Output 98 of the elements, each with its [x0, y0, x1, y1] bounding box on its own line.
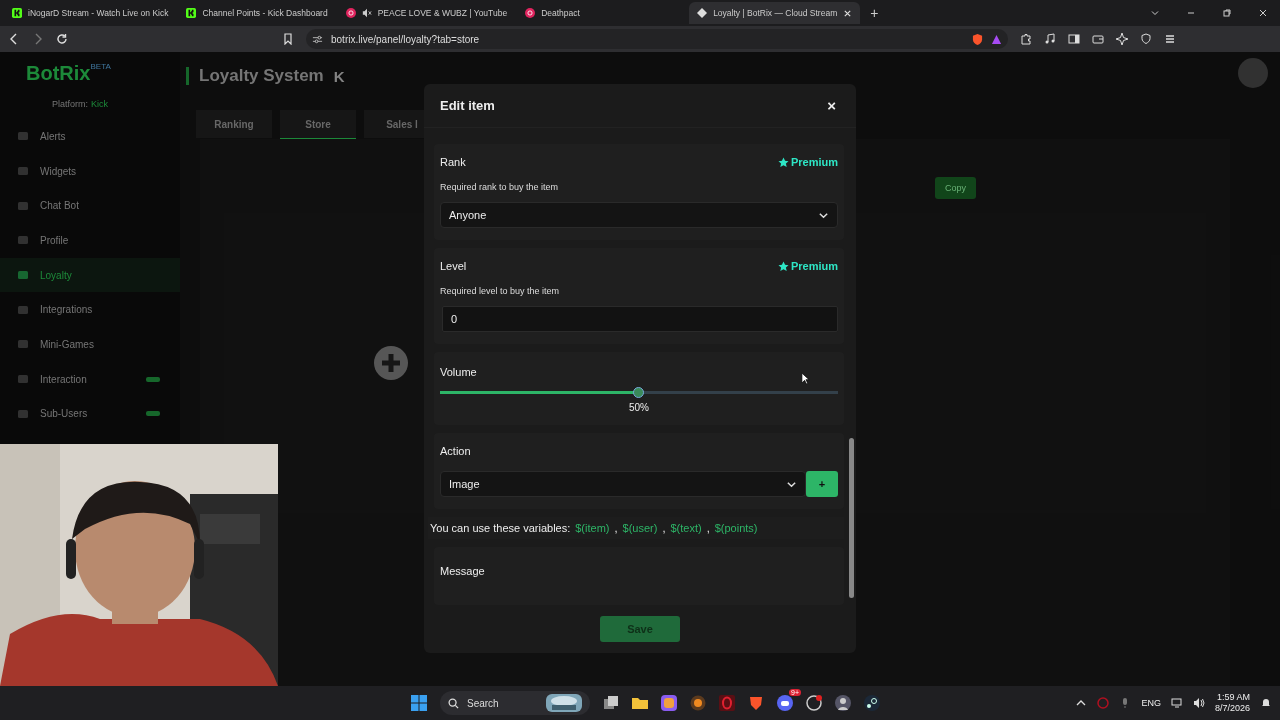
variables-text: You can use these variables: — [430, 522, 571, 534]
separator-comma: , — [706, 522, 710, 534]
nav-item[interactable]: Mini-Games — [0, 327, 180, 362]
clock[interactable]: 1:59 AM 8/7/2026 — [1214, 692, 1250, 714]
field-hint: Required level to buy the item — [440, 286, 561, 296]
variable-tag: $(text) — [670, 522, 702, 534]
logo-text: BotRix — [26, 62, 91, 85]
platform-value: Kick — [91, 99, 109, 109]
shield-icon[interactable] — [972, 33, 983, 45]
language-indicator[interactable]: ENG — [1141, 698, 1161, 708]
browser-tab[interactable]: PEACE LOVE & WUBZ | YouTube — [337, 2, 516, 24]
volume-reading: 50% — [628, 402, 650, 413]
page-title: Loyalty System — [199, 66, 324, 86]
nav-item[interactable]: Chat Bot — [0, 188, 180, 224]
close-icon[interactable] — [1258, 8, 1268, 18]
triangle-icon[interactable] — [991, 33, 1002, 45]
bell-icon[interactable] — [1260, 697, 1272, 709]
field-label: Level — [440, 260, 467, 272]
app-icon[interactable] — [690, 695, 706, 711]
kick-logo-icon — [12, 8, 22, 18]
star-icon — [777, 156, 789, 168]
browser-tab[interactable]: Deathpact — [517, 2, 668, 24]
nav-icon — [16, 165, 30, 178]
nav-icon — [16, 269, 30, 282]
field-label: Message — [440, 565, 486, 577]
nav-item[interactable]: Integrations — [0, 292, 180, 328]
beta-label: BETA — [90, 62, 111, 71]
search-icon — [448, 697, 459, 709]
star-icon — [777, 260, 789, 272]
nav-icon — [16, 303, 30, 316]
window-stack-icon[interactable] — [603, 695, 619, 711]
puzzle-icon[interactable] — [1020, 33, 1032, 45]
steam-icon[interactable] — [864, 695, 880, 711]
mouse-cursor-icon — [801, 372, 810, 385]
nav-icon — [16, 199, 30, 212]
level-input[interactable]: 0 — [442, 306, 838, 332]
field-hint: Required rank to buy the item — [440, 182, 560, 192]
scrollbar-thumb[interactable] — [849, 438, 854, 598]
close-icon[interactable] — [843, 8, 853, 18]
platform-letter: K — [333, 67, 345, 85]
nav-icon — [16, 234, 30, 247]
muted-speaker-icon[interactable] — [361, 8, 372, 18]
close-button[interactable]: × — [823, 97, 840, 114]
browser-tab[interactable]: iNogarD Stream - Watch Live on Kick — [4, 2, 177, 24]
separator-comma: , — [662, 522, 666, 534]
app-icon[interactable] — [835, 695, 851, 711]
variable-tag: $(item) — [575, 522, 610, 534]
wallet-icon[interactable] — [1092, 33, 1104, 45]
nav-item[interactable]: Interaction — [0, 361, 180, 397]
play-circle-icon — [345, 8, 356, 18]
volume-slider[interactable] — [440, 387, 838, 398]
app-icon[interactable] — [777, 695, 793, 711]
sparkle-icon[interactable] — [1116, 33, 1128, 45]
nav-item[interactable]: Profile — [0, 223, 180, 258]
nav-item[interactable]: Sub-Users — [0, 396, 180, 432]
browser-tab[interactable]: Loyalty | BotRix — Cloud Stream — [689, 2, 861, 24]
browser-tab[interactable]: Channel Points - Kick Dashboard — [178, 2, 336, 24]
separator-comma: , — [614, 522, 618, 534]
address-field[interactable]: botrix.live/panel/loyalty?tab=store — [306, 29, 1008, 49]
premium-label: Premium — [777, 260, 838, 272]
add-circle-icon[interactable] — [374, 346, 408, 380]
field-label: Volume — [440, 366, 478, 378]
new-tab-button[interactable]: + — [862, 5, 887, 21]
field-label: Rank — [440, 156, 466, 168]
folder-icon[interactable] — [632, 695, 648, 711]
bookmark-icon[interactable] — [282, 33, 294, 45]
chevron-down-icon[interactable] — [1150, 8, 1160, 18]
play-circle-icon — [525, 8, 536, 18]
field-label: Action — [440, 445, 472, 457]
kick-logo-icon — [186, 8, 197, 18]
site-settings-icon[interactable] — [312, 33, 323, 45]
diamond-icon — [697, 8, 708, 18]
premium-label: Premium — [777, 156, 838, 168]
search-field[interactable]: Search — [440, 691, 590, 715]
speaker-icon[interactable] — [1192, 697, 1205, 709]
nav-item[interactable]: Widgets — [0, 153, 180, 189]
action-dropdown[interactable]: Image — [440, 471, 806, 497]
nav-icon — [16, 407, 30, 420]
variable-tag: $(user) — [622, 522, 658, 534]
platform-label: Platform: — [52, 99, 88, 109]
dialog-title: Edit item — [440, 98, 495, 113]
music-note-icon[interactable] — [1044, 33, 1056, 45]
variable-tag: $(points) — [714, 522, 758, 534]
network-icon[interactable] — [1170, 697, 1183, 709]
shield-icon[interactable] — [1140, 33, 1152, 45]
copy-button[interactable]: Copy — [935, 177, 976, 199]
nav-icon — [16, 338, 30, 351]
sidebar-icon[interactable] — [1068, 33, 1080, 45]
add-button[interactable]: + — [806, 471, 838, 497]
restore-icon[interactable] — [1222, 8, 1232, 18]
nav-item[interactable]: Loyalty — [0, 257, 180, 293]
nav-icon — [16, 373, 30, 386]
nav-item[interactable]: Alerts — [0, 119, 180, 154]
menu-icon[interactable] — [1164, 33, 1176, 45]
slider-thumb[interactable] — [633, 387, 644, 398]
reload-icon[interactable] — [56, 33, 68, 45]
nav-icon — [16, 130, 30, 143]
rank-dropdown[interactable]: Anyone — [440, 202, 838, 228]
